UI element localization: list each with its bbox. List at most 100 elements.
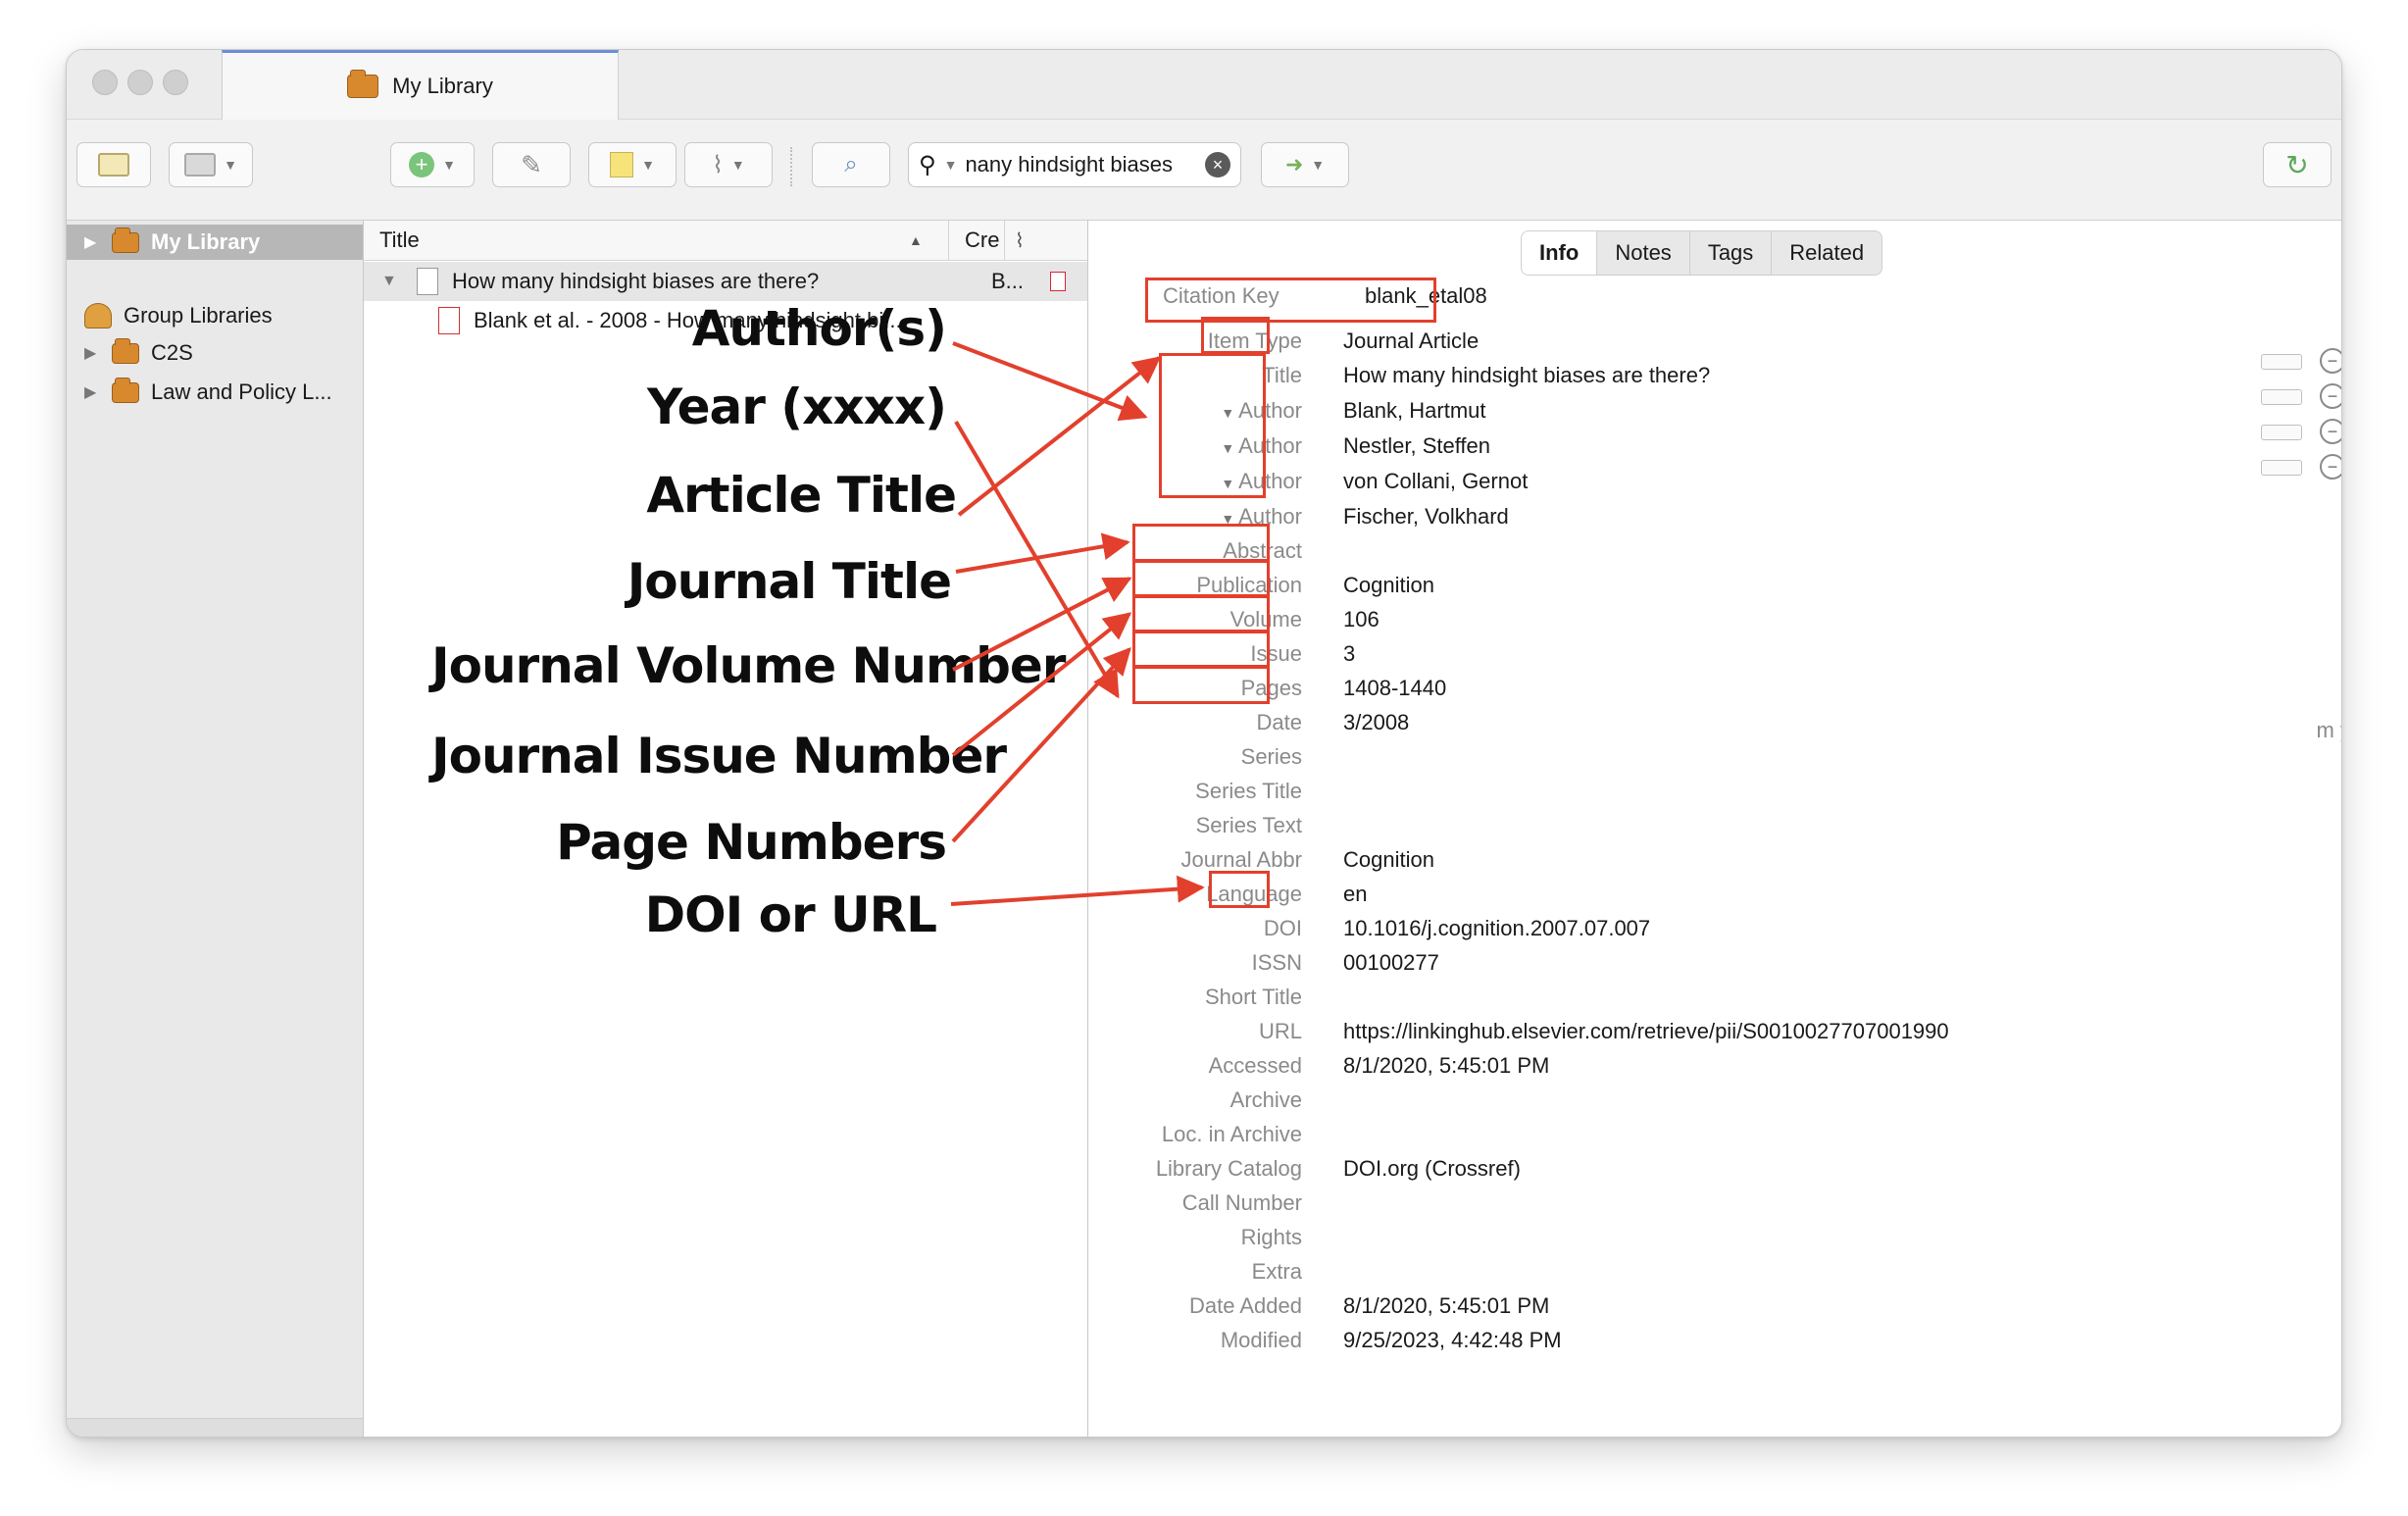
author-mode-toggle[interactable]: [2261, 460, 2302, 476]
expand-triangle-icon[interactable]: ▶: [84, 343, 100, 363]
column-creator[interactable]: Cre: [965, 227, 1004, 253]
new-collection-icon: [98, 153, 129, 177]
field-value[interactable]: https://linkinghub.elsevier.com/retrieve…: [1343, 1017, 1949, 1046]
date-format-hint: m y: [2316, 718, 2341, 742]
field-value[interactable]: Cognition: [1343, 845, 1434, 875]
clear-search-icon[interactable]: ×: [1205, 152, 1230, 177]
toolbar-separator: [790, 147, 792, 186]
field-value[interactable]: Journal Article: [1343, 327, 1479, 356]
collapse-triangle-icon[interactable]: ▼: [381, 273, 417, 290]
new-library-button[interactable]: ▼: [169, 142, 253, 187]
field-value[interactable]: 3/2008: [1343, 708, 1409, 737]
group-row-c2s[interactable]: ▶ C2S: [84, 336, 193, 370]
sync-button[interactable]: ↻: [2263, 142, 2332, 187]
field-value[interactable]: Fischer, Volkhard: [1343, 502, 1509, 531]
field-value[interactable]: 00100277: [1343, 948, 1439, 978]
field-label: Series Text: [1195, 813, 1302, 837]
library-folder-icon: [112, 227, 139, 253]
field-value[interactable]: DOI.org (Crossref): [1343, 1154, 1521, 1184]
field-label: Series: [1240, 744, 1302, 769]
my-library-row[interactable]: ▶ My Library: [67, 225, 363, 260]
group-row-law-policy[interactable]: ▶ Law and Policy L...: [84, 376, 332, 409]
search-field[interactable]: ⚲ ▼ nany hindsight biases ×: [908, 142, 1241, 187]
my-library-label: My Library: [151, 229, 261, 254]
field-value[interactable]: 8/1/2020, 5:45:01 PM: [1343, 1051, 1549, 1081]
expand-triangle-icon[interactable]: ▶: [84, 382, 100, 402]
field-value[interactable]: 106: [1343, 605, 1380, 634]
highlight-doi: [1209, 871, 1270, 908]
minus-circle-icon[interactable]: −: [2320, 419, 2341, 444]
field-value[interactable]: How many hindsight biases are there?: [1343, 361, 1710, 390]
collections-pane: ▶ My Library Group Libraries ▶ C2S ▶ Law…: [67, 221, 364, 1437]
tab-my-library[interactable]: My Library: [222, 50, 619, 120]
sync-icon: ↻: [2285, 149, 2309, 180]
item-row-parent[interactable]: ▼ How many hindsight biases are there? B…: [364, 262, 1087, 301]
field-label: Loc. in Archive: [1161, 1122, 1302, 1146]
highlight-authors: [1159, 353, 1266, 498]
field-label: Modified: [1220, 1328, 1302, 1352]
add-attachment-button[interactable]: ⌇ ▼: [684, 142, 773, 187]
field-value[interactable]: Cognition: [1343, 571, 1434, 600]
field-label: Extra: [1251, 1259, 1302, 1284]
field-label: Date Added: [1189, 1293, 1302, 1318]
item-creator: B...: [991, 269, 1025, 293]
field-label: Accessed: [1208, 1053, 1302, 1078]
author-mode-toggle[interactable]: [2261, 354, 2302, 370]
item-details-pane: Info Notes Tags Related Citation Key bla…: [1088, 221, 2341, 1437]
field-label: DOI: [1263, 916, 1302, 940]
field-value[interactable]: 1408-1440: [1343, 674, 1446, 703]
pane-resize-handle[interactable]: [67, 1418, 363, 1437]
field-value[interactable]: Blank, Hartmut: [1343, 396, 1486, 426]
annotation-authors: Author(s): [691, 300, 947, 357]
add-by-identifier-button[interactable]: ✎: [492, 142, 571, 187]
tab-info[interactable]: Info: [1522, 231, 1598, 275]
field-label: Library Catalog: [1155, 1156, 1302, 1181]
item-title: How many hindsight biases are there?: [452, 269, 820, 293]
field-value[interactable]: 3: [1343, 639, 1355, 669]
tab-title: My Library: [392, 74, 493, 98]
search-mode-chevron-icon[interactable]: ▼: [944, 157, 958, 173]
title-bar: My Library: [67, 50, 2341, 120]
field-value[interactable]: 10.1016/j.cognition.2007.07.007: [1343, 914, 1650, 943]
minus-circle-icon[interactable]: −: [2320, 454, 2341, 480]
new-note-button[interactable]: ▼: [588, 142, 677, 187]
library-icon: [184, 153, 217, 177]
minus-circle-icon[interactable]: −: [2320, 383, 2341, 409]
field-value[interactable]: von Collani, Gernot: [1343, 467, 1528, 496]
minus-circle-icon[interactable]: −: [2320, 348, 2341, 374]
app-window: My Library ▼ + ▼ ✎ ▼ ⌇ ▼ ⌕ ⚲ ▼ nany hind…: [66, 49, 2342, 1438]
field-value[interactable]: 9/25/2023, 4:42:48 PM: [1343, 1326, 1562, 1355]
new-item-button[interactable]: + ▼: [390, 142, 475, 187]
group-libraries-label: Group Libraries: [124, 303, 273, 328]
field-value[interactable]: Nestler, Steffen: [1343, 431, 1490, 461]
new-collection-button[interactable]: [76, 142, 151, 187]
pdf-attachment-icon: [1050, 272, 1066, 291]
close-window-button[interactable]: [92, 70, 118, 95]
field-value[interactable]: 8/1/2020, 5:45:01 PM: [1343, 1291, 1549, 1321]
field-label: URL: [1258, 1019, 1302, 1043]
search-input[interactable]: nany hindsight biases: [965, 152, 1197, 177]
tab-related[interactable]: Related: [1772, 231, 1881, 275]
column-title[interactable]: Title: [379, 227, 909, 253]
paperclip-icon: ⌇: [712, 151, 724, 178]
tab-tags[interactable]: Tags: [1690, 231, 1773, 275]
journal-article-icon: [417, 268, 438, 295]
locate-button[interactable]: ➜ ▼: [1261, 142, 1349, 187]
author-mode-toggle[interactable]: [2261, 425, 2302, 440]
group-folder-icon: [112, 337, 139, 364]
annotation-doi: DOI or URL: [644, 886, 937, 943]
highlight-title: [1201, 317, 1270, 354]
expand-triangle-icon[interactable]: ▶: [84, 232, 100, 252]
field-value[interactable]: en: [1343, 880, 1367, 909]
annotation-volume: Journal Volume Number: [431, 637, 1066, 694]
group-label: Law and Policy L...: [151, 379, 332, 404]
zoom-window-button[interactable]: [163, 70, 188, 95]
annotation-article-title: Article Title: [646, 467, 957, 524]
field-label: Date: [1256, 710, 1302, 734]
minimize-window-button[interactable]: [127, 70, 153, 95]
tab-notes[interactable]: Notes: [1597, 231, 1690, 275]
advanced-search-button[interactable]: ⌕: [812, 142, 890, 187]
highlight-issue: [1132, 594, 1270, 633]
sort-ascending-icon: ▲: [909, 232, 923, 248]
author-mode-toggle[interactable]: [2261, 389, 2302, 405]
